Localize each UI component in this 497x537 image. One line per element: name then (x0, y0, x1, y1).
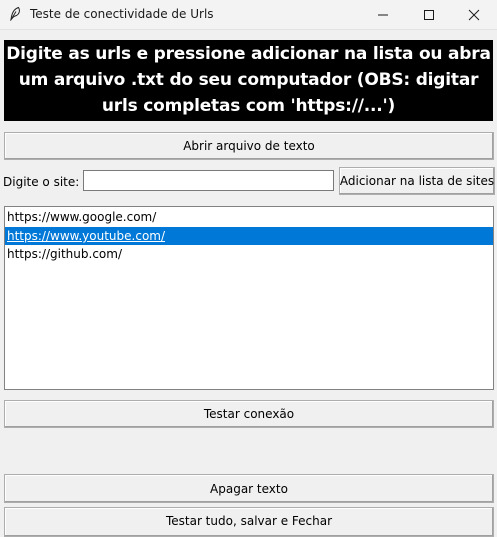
clear-text-button[interactable]: Apagar texto (4, 474, 494, 503)
feather-icon (10, 6, 20, 21)
test-connection-button[interactable]: Testar conexão (4, 400, 494, 428)
maximize-button[interactable] (406, 0, 452, 30)
close-icon (468, 9, 480, 21)
minimize-button[interactable] (360, 0, 406, 30)
list-item[interactable]: https://www.google.com/ (5, 208, 493, 226)
maximize-icon (424, 10, 434, 20)
list-item[interactable]: https://github.com/ (5, 245, 493, 263)
site-input[interactable] (83, 170, 334, 191)
add-to-list-button[interactable]: Adicionar na lista de sites (339, 167, 495, 195)
close-button[interactable] (451, 0, 497, 30)
minimize-icon (378, 14, 388, 16)
title-bar: Teste de conectividade de Urls (0, 0, 497, 30)
window-title: Teste de conectividade de Urls (30, 7, 214, 21)
site-label: Digite o site: (3, 175, 80, 189)
instructions-banner: Digite as urls e pressione adicionar na … (4, 40, 493, 121)
test-all-save-close-button[interactable]: Testar tudo, salvar e Fechar (4, 507, 494, 537)
url-listbox[interactable]: https://www.google.com/ https://www.yout… (4, 206, 494, 390)
list-item-selected[interactable]: https://www.youtube.com/ (5, 227, 493, 245)
open-file-button[interactable]: Abrir arquivo de texto (4, 132, 494, 160)
